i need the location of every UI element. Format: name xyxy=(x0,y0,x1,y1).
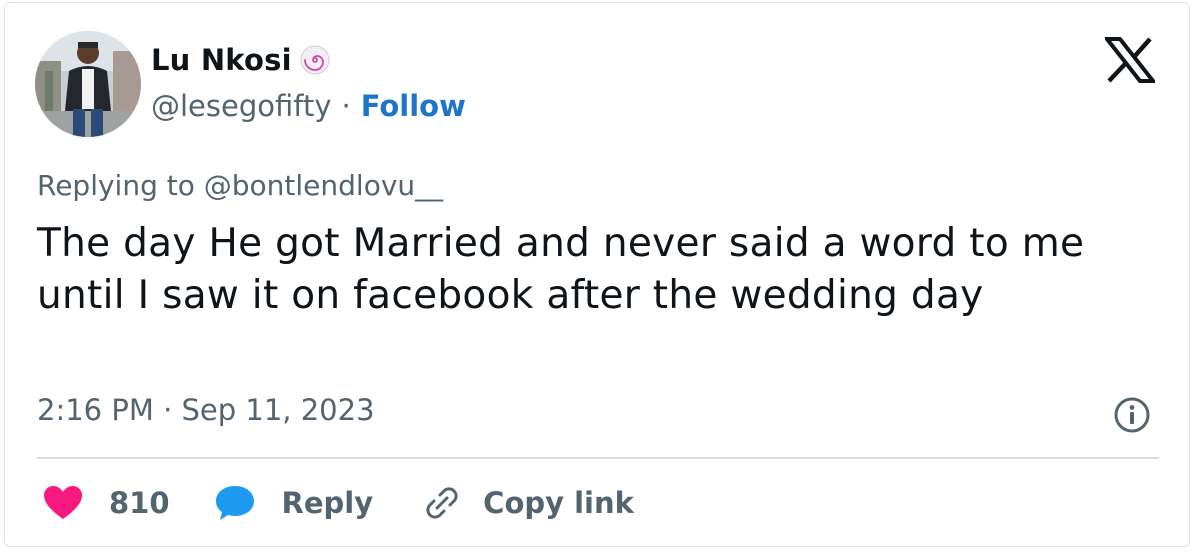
info-icon[interactable] xyxy=(1113,396,1151,434)
follow-button[interactable]: Follow xyxy=(361,89,466,123)
like-count: 810 xyxy=(109,486,170,520)
tweet-timestamp[interactable]: 2:16 PM · Sep 11, 2023 xyxy=(37,393,375,427)
copy-link-label: Copy link xyxy=(483,486,634,520)
link-icon xyxy=(426,487,458,519)
author-handle-row: @lesegofifty · Follow xyxy=(151,89,466,123)
speech-bubble-icon xyxy=(215,486,254,520)
author-name[interactable]: Lu Nkosi xyxy=(151,43,292,77)
avatar[interactable] xyxy=(35,31,141,137)
copy-link-button[interactable]: Copy link xyxy=(423,484,634,522)
like-button[interactable]: 810 xyxy=(43,485,170,521)
reply-label: Reply xyxy=(281,486,374,520)
tweet-card: Lu Nkosi @lesegofifty · Follow Replying … xyxy=(4,2,1190,547)
reply-context-prefix: Replying to xyxy=(37,169,195,202)
reply-mention-link[interactable]: @bontlendlovu__ xyxy=(204,169,443,202)
author-name-row: Lu Nkosi xyxy=(151,43,330,77)
avatar-photo xyxy=(35,31,141,137)
tweet-text: The day He got Married and never said a … xyxy=(37,221,1085,318)
heart-icon xyxy=(44,486,82,519)
spiral-badge-icon xyxy=(300,45,330,75)
action-bar: 810 Reply Copy link xyxy=(43,477,634,529)
reply-context: Replying to @bontlendlovu__ xyxy=(37,169,443,202)
author-handle[interactable]: @lesegofifty xyxy=(151,89,332,123)
x-logo-icon[interactable] xyxy=(1102,37,1158,83)
divider xyxy=(37,457,1159,459)
separator-dot: · xyxy=(341,89,351,123)
reply-button[interactable]: Reply xyxy=(214,484,374,522)
